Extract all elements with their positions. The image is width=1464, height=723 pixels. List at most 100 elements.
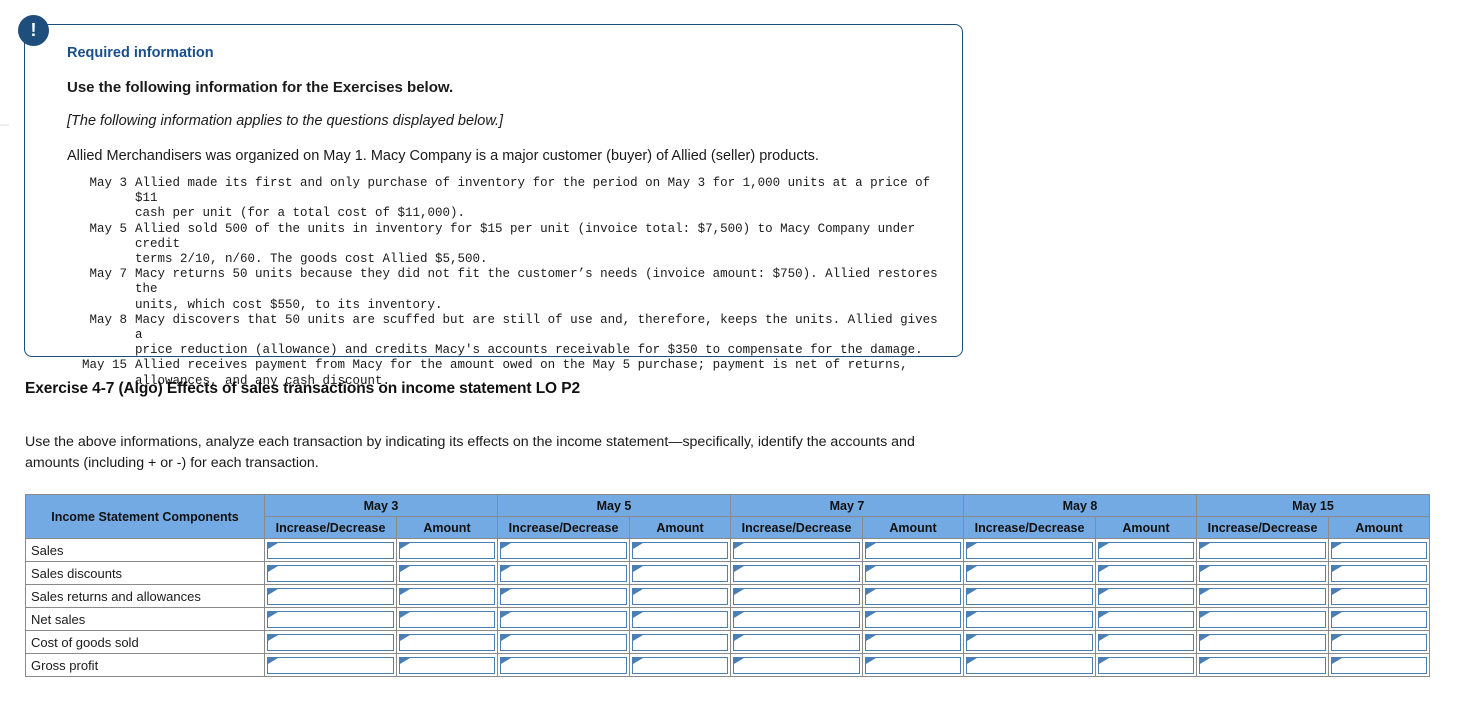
input-box[interactable] [966, 541, 1093, 559]
input-box[interactable] [1331, 633, 1427, 651]
increase-decrease-input-cell[interactable] [963, 653, 1096, 677]
amount-input-cell[interactable] [629, 561, 731, 585]
input-box[interactable] [1199, 564, 1326, 582]
input-box[interactable] [966, 656, 1093, 674]
input-box[interactable] [399, 564, 495, 582]
input-box[interactable] [267, 587, 394, 605]
increase-decrease-input-cell[interactable] [1196, 584, 1329, 608]
input-box[interactable] [1199, 587, 1326, 605]
amount-input-cell[interactable] [629, 630, 731, 654]
input-box[interactable] [1331, 541, 1427, 559]
amount-input-cell[interactable] [862, 607, 964, 631]
input-box[interactable] [1331, 564, 1427, 582]
input-box[interactable] [1098, 656, 1194, 674]
input-box[interactable] [865, 633, 961, 651]
input-box[interactable] [399, 541, 495, 559]
increase-decrease-input-cell[interactable] [264, 584, 397, 608]
input-box[interactable] [632, 564, 728, 582]
input-box[interactable] [500, 610, 627, 628]
amount-input-cell[interactable] [1095, 584, 1197, 608]
amount-input-cell[interactable] [1095, 561, 1197, 585]
input-box[interactable] [267, 541, 394, 559]
increase-decrease-input-cell[interactable] [264, 630, 397, 654]
amount-input-cell[interactable] [1328, 561, 1430, 585]
input-box[interactable] [733, 541, 860, 559]
amount-input-cell[interactable] [396, 584, 498, 608]
amount-input-cell[interactable] [1095, 607, 1197, 631]
input-box[interactable] [865, 656, 961, 674]
input-box[interactable] [267, 564, 394, 582]
input-box[interactable] [733, 610, 860, 628]
increase-decrease-input-cell[interactable] [963, 607, 1096, 631]
amount-input-cell[interactable] [396, 561, 498, 585]
input-box[interactable] [1199, 656, 1326, 674]
increase-decrease-input-cell[interactable] [497, 584, 630, 608]
input-box[interactable] [1199, 610, 1326, 628]
input-box[interactable] [1098, 587, 1194, 605]
increase-decrease-input-cell[interactable] [264, 653, 397, 677]
increase-decrease-input-cell[interactable] [264, 607, 397, 631]
increase-decrease-input-cell[interactable] [264, 538, 397, 562]
input-box[interactable] [1331, 656, 1427, 674]
increase-decrease-input-cell[interactable] [497, 607, 630, 631]
input-box[interactable] [1199, 633, 1326, 651]
increase-decrease-input-cell[interactable] [963, 538, 1096, 562]
amount-input-cell[interactable] [396, 653, 498, 677]
input-box[interactable] [733, 564, 860, 582]
input-box[interactable] [733, 656, 860, 674]
input-box[interactable] [966, 610, 1093, 628]
increase-decrease-input-cell[interactable] [730, 607, 863, 631]
amount-input-cell[interactable] [1328, 584, 1430, 608]
input-box[interactable] [267, 656, 394, 674]
amount-input-cell[interactable] [396, 630, 498, 654]
input-box[interactable] [632, 610, 728, 628]
amount-input-cell[interactable] [1095, 653, 1197, 677]
input-box[interactable] [733, 587, 860, 605]
input-box[interactable] [966, 587, 1093, 605]
input-box[interactable] [1098, 564, 1194, 582]
increase-decrease-input-cell[interactable] [963, 561, 1096, 585]
increase-decrease-input-cell[interactable] [497, 561, 630, 585]
increase-decrease-input-cell[interactable] [1196, 630, 1329, 654]
input-box[interactable] [500, 633, 627, 651]
amount-input-cell[interactable] [862, 630, 964, 654]
input-box[interactable] [1331, 587, 1427, 605]
increase-decrease-input-cell[interactable] [730, 584, 863, 608]
amount-input-cell[interactable] [629, 538, 731, 562]
input-box[interactable] [399, 633, 495, 651]
input-box[interactable] [399, 610, 495, 628]
increase-decrease-input-cell[interactable] [963, 584, 1096, 608]
amount-input-cell[interactable] [629, 653, 731, 677]
increase-decrease-input-cell[interactable] [497, 630, 630, 654]
amount-input-cell[interactable] [862, 653, 964, 677]
increase-decrease-input-cell[interactable] [1196, 561, 1329, 585]
input-box[interactable] [267, 633, 394, 651]
input-box[interactable] [500, 541, 627, 559]
amount-input-cell[interactable] [1095, 538, 1197, 562]
input-box[interactable] [632, 587, 728, 605]
amount-input-cell[interactable] [1328, 653, 1430, 677]
input-box[interactable] [399, 587, 495, 605]
input-box[interactable] [500, 656, 627, 674]
amount-input-cell[interactable] [1328, 607, 1430, 631]
increase-decrease-input-cell[interactable] [730, 561, 863, 585]
input-box[interactable] [1199, 541, 1326, 559]
input-box[interactable] [399, 656, 495, 674]
amount-input-cell[interactable] [862, 538, 964, 562]
input-box[interactable] [1098, 610, 1194, 628]
amount-input-cell[interactable] [1328, 630, 1430, 654]
increase-decrease-input-cell[interactable] [1196, 538, 1329, 562]
input-box[interactable] [500, 564, 627, 582]
amount-input-cell[interactable] [862, 584, 964, 608]
input-box[interactable] [1098, 541, 1194, 559]
amount-input-cell[interactable] [396, 607, 498, 631]
input-box[interactable] [500, 587, 627, 605]
input-box[interactable] [865, 587, 961, 605]
input-box[interactable] [632, 656, 728, 674]
input-box[interactable] [1098, 633, 1194, 651]
increase-decrease-input-cell[interactable] [1196, 607, 1329, 631]
input-box[interactable] [1331, 610, 1427, 628]
amount-input-cell[interactable] [629, 584, 731, 608]
amount-input-cell[interactable] [862, 561, 964, 585]
input-box[interactable] [632, 633, 728, 651]
